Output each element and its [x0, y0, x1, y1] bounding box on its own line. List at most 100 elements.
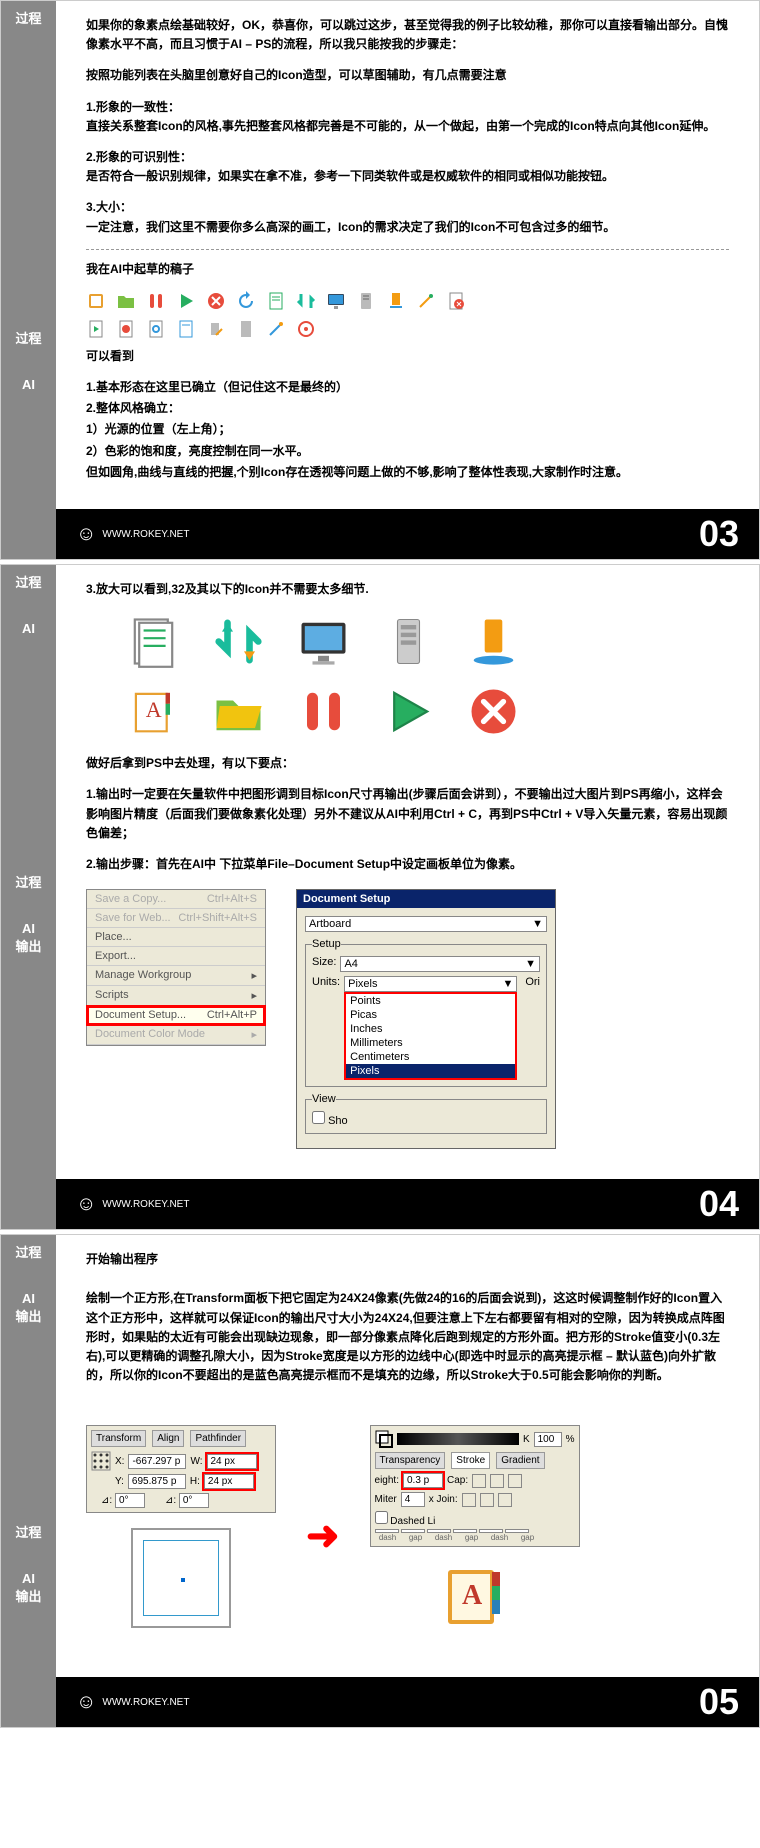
paragraph: 2.输出步骤：首先在AI中 下拉菜单File–Document Setup中设定… [86, 855, 729, 874]
doc-refresh-icon [146, 319, 166, 339]
folder-open-icon [211, 684, 266, 739]
page-number: 03 [699, 513, 739, 555]
sidebar: 过程 [1, 1, 56, 321]
units-options: Points Picas Inches Millimeters Centimet… [344, 992, 517, 1080]
tab-gradient[interactable]: Gradient [496, 1452, 544, 1469]
unit-option[interactable]: Inches [346, 1022, 515, 1036]
paragraph: 做好后拿到PS中去处理，有以下要点： [86, 754, 729, 773]
sidebar-sublabel: AI [7, 621, 50, 636]
unit-option[interactable]: Points [346, 994, 515, 1008]
large-icon-row-2: A [126, 684, 689, 739]
h-label: H: [190, 1476, 200, 1487]
paragraph: 一定注意，我们这里不需要你多么高深的画工，Icon的需求决定了我们的Icon不可… [86, 218, 729, 237]
sidebar-label: 过程 [7, 575, 50, 591]
book-icon [86, 291, 106, 311]
divider [86, 249, 729, 250]
tab-stroke[interactable]: Stroke [451, 1452, 490, 1469]
k-input[interactable]: 100 [534, 1432, 562, 1447]
setup-legend: Setup [312, 938, 341, 950]
content: 开始输出程序 绘制一个正方形,在Transform面板下把它固定为24X24像素… [56, 1235, 759, 1677]
menu-item-workgroup[interactable]: Manage Workgroup▸ [87, 966, 265, 986]
w-input[interactable]: 24 px [207, 1454, 257, 1469]
paragraph: 但如圆角,曲线与直线的把握,个别Icon存在透视等问题上做的不够,影响了整体性表… [86, 463, 729, 482]
x-input[interactable]: -667.297 p [128, 1454, 186, 1469]
unit-option[interactable]: Centimeters [346, 1050, 515, 1064]
reference-point-icon[interactable] [91, 1451, 111, 1471]
fill-stroke-icon[interactable] [375, 1430, 393, 1448]
dashed-checkbox[interactable]: Dashed Li [375, 1516, 436, 1527]
doc-play-icon [86, 319, 106, 339]
center-dot-icon [181, 1578, 185, 1582]
paragraph: 直接关系整套Icon的风格,事先把整套风格都完善是不可能的，从一个做起，由第一个… [86, 117, 729, 136]
heading: 2.形象的可识别性： [86, 148, 729, 167]
tab-transparency[interactable]: Transparency [375, 1452, 446, 1469]
book-icon: A [440, 1562, 510, 1632]
svg-text:A: A [146, 697, 162, 722]
menu-item-document-setup[interactable]: Document Setup...Ctrl+Alt+P [87, 1006, 265, 1025]
site-url: WWW.ROKEY.NET [102, 1697, 189, 1708]
server2-icon [236, 319, 256, 339]
unit-option[interactable]: Millimeters [346, 1036, 515, 1050]
show-checkbox[interactable]: Sho [312, 1115, 348, 1127]
list-item: 1）光源的位置（左上角）； [86, 420, 729, 439]
monitor-icon [296, 614, 351, 669]
footer: ☺ WWW.ROKEY.NET 04 [56, 1179, 759, 1229]
wand2-icon [266, 319, 286, 339]
page-number: 04 [699, 1183, 739, 1225]
ori-label: Ori [525, 976, 540, 988]
panels-row: Transform Align Pathfinder X:-667.297 p … [86, 1425, 729, 1647]
shear-input[interactable]: 0° [179, 1493, 209, 1508]
join-miter-icon[interactable] [462, 1493, 476, 1507]
cap-round-icon[interactable] [490, 1474, 504, 1488]
document-icon [266, 291, 286, 311]
logo-icon: ☺ [76, 1193, 96, 1216]
unit-option[interactable]: Picas [346, 1008, 515, 1022]
sidebar-sublabel: AI [7, 377, 50, 392]
h-input[interactable]: 24 px [204, 1474, 254, 1489]
sidebar-label-2: 过程 [7, 875, 50, 891]
cancel-icon [466, 684, 521, 739]
network-icon [386, 291, 406, 311]
y-input[interactable]: 695.875 p [128, 1474, 186, 1489]
size-dropdown[interactable]: A4▼ [340, 956, 540, 972]
sidebar-sublabel: AI 输出 [7, 1291, 50, 1325]
artboard-dropdown[interactable]: Artboard▼ [305, 916, 547, 932]
y-label: Y: [115, 1476, 124, 1487]
units-dropdown[interactable]: Pixels▼ [344, 976, 517, 992]
menu-item-scripts[interactable]: Scripts▸ [87, 986, 265, 1006]
list-item: 2.整体风格确立： [86, 399, 729, 418]
menu-item-color-mode[interactable]: Document Color Mode▸ [87, 1025, 265, 1045]
menu-item-save-copy[interactable]: Save a Copy...Ctrl+Alt+S [87, 890, 265, 909]
target-icon [296, 319, 316, 339]
heading: 1.形象的一致性： [86, 98, 729, 117]
cap-butt-icon[interactable] [472, 1474, 486, 1488]
tab-pathfinder[interactable]: Pathfinder [190, 1430, 246, 1447]
cap-square-icon[interactable] [508, 1474, 522, 1488]
unit-option-selected[interactable]: Pixels [346, 1064, 515, 1078]
weight-input[interactable]: 0.3 p [403, 1473, 443, 1488]
heading: 3.大小： [86, 198, 729, 217]
tab-transform[interactable]: Transform [91, 1430, 146, 1447]
server-icon [381, 614, 436, 669]
tab-align[interactable]: Align [152, 1430, 184, 1447]
menu-item-export[interactable]: Export... [87, 947, 265, 966]
page-04: 过程 AI 过程 AI 输出 3.放大可以看到,32及其以下的Icon并不需要太… [0, 564, 760, 1230]
rotate-input[interactable]: 0° [115, 1493, 145, 1508]
menu-item-place[interactable]: Place... [87, 928, 265, 947]
size-label: Size: [312, 956, 336, 972]
list-item: 1.基本形态在这里已确立（但记住这不是最终的） [86, 378, 729, 397]
join-bevel-icon[interactable] [498, 1493, 512, 1507]
cancel-icon [206, 291, 226, 311]
site-url: WWW.ROKEY.NET [102, 1199, 189, 1210]
menu-item-save-web[interactable]: Save for Web...Ctrl+Shift+Alt+S [87, 909, 265, 928]
join-round-icon[interactable] [480, 1493, 494, 1507]
color-ramp[interactable] [397, 1433, 519, 1445]
page-number: 05 [699, 1681, 739, 1723]
footer: ☺ WWW.ROKEY.NET 03 [56, 509, 759, 559]
site-url: WWW.ROKEY.NET [102, 529, 189, 540]
document-icon [126, 614, 181, 669]
units-label: Units: [312, 976, 340, 988]
file-menu: Save a Copy...Ctrl+Alt+S Save for Web...… [86, 889, 266, 1046]
weight-label: eight: [375, 1475, 399, 1486]
miter-input[interactable]: 4 [401, 1492, 425, 1507]
